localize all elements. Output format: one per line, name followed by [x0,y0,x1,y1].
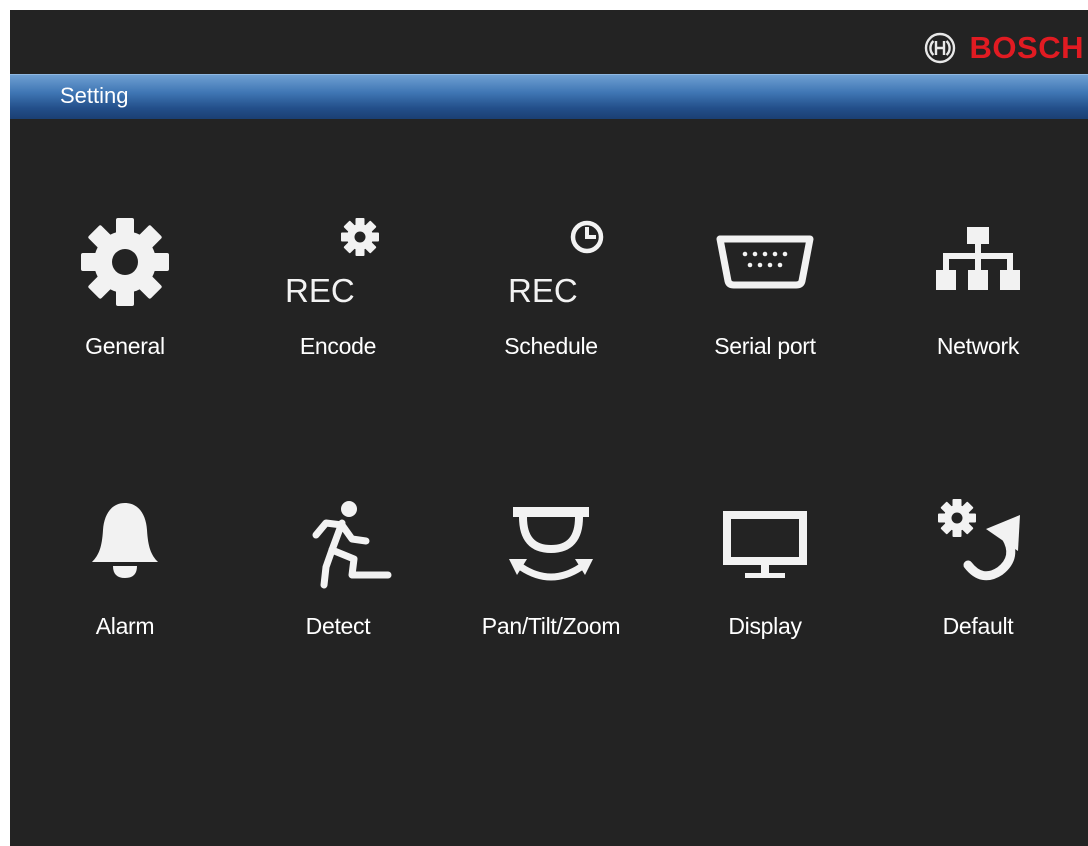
title-bar: Setting [10,74,1088,119]
menu-item-label: Display [728,613,802,639]
serial-connector-icon [665,215,865,325]
menu-item-pan-tilt-zoom[interactable]: Pan/Tilt/Zoom [451,495,651,665]
menu-item-schedule[interactable]: REC Schedule [451,215,651,385]
menu-item-default[interactable]: Default [878,495,1078,665]
menu-item-label: Schedule [504,333,598,359]
rec-gear-icon: REC [238,215,438,325]
menu-item-label: Detect [305,613,371,639]
menu-item-alarm[interactable]: Alarm [25,495,225,665]
bell-icon [25,495,225,605]
rec-clock-icon: REC [451,215,651,325]
menu-item-label: Encode [299,333,377,359]
menu-item-encode[interactable]: REC Encode [238,215,438,385]
menu-item-detect[interactable]: Detect [238,495,438,665]
gear-icon [25,215,225,325]
monitor-icon [665,495,865,605]
setting-screen: BOSCH Setting General REC Encode REC Sch… [10,10,1088,846]
menu-item-serial-port[interactable]: Serial port [665,215,865,385]
menu-item-general[interactable]: General [25,215,225,385]
gear-reset-icon [878,495,1078,605]
menu-item-label: Default [942,613,1014,639]
menu-item-label: Pan/Tilt/Zoom [481,613,621,639]
brand-logo: BOSCH [924,30,1084,66]
ptz-dome-icon [451,495,651,605]
menu-item-label: Serial port [714,333,816,359]
page-title: Setting [60,83,129,108]
menu-item-display[interactable]: Display [665,495,865,665]
menu-item-label: Alarm [95,613,155,639]
running-man-icon [238,495,438,605]
bosch-armature-icon [924,32,955,64]
rec-text: REC [508,272,578,309]
network-tree-icon [878,215,1078,325]
menu-item-network[interactable]: Network [878,215,1078,385]
rec-text: REC [285,272,355,309]
brand-name: BOSCH [969,30,1084,65]
menu-item-label: General [85,333,165,359]
menu-item-label: Network [936,333,1020,359]
